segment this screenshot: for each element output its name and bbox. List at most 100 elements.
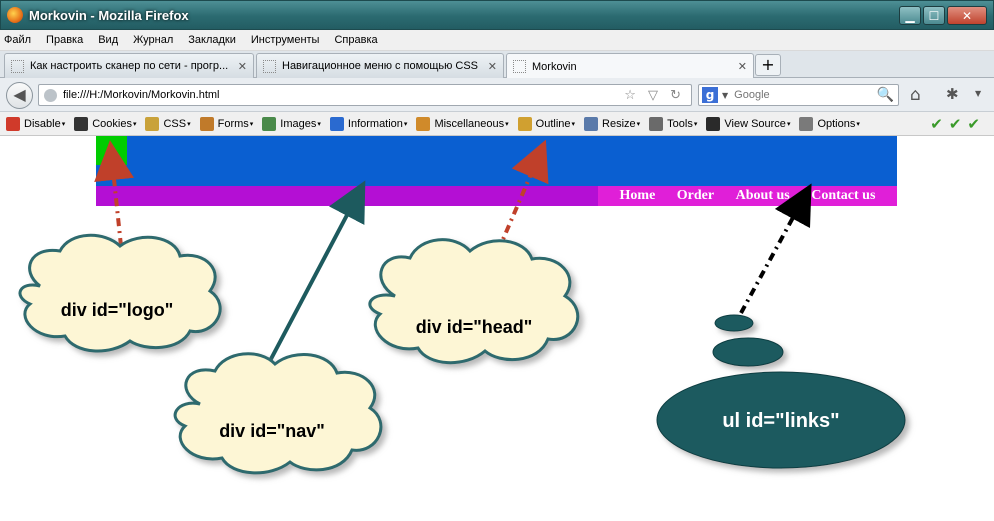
dropdown-arrow-icon: ▾ — [317, 120, 321, 128]
devtool-label: Options — [817, 117, 856, 130]
logo-callout-label: div id="logo" — [61, 300, 174, 320]
menu-tools[interactable]: Инструменты — [251, 34, 320, 46]
minimize-button[interactable]: ▁ — [899, 6, 921, 25]
devtool-label: Outline — [535, 117, 571, 130]
search-engine-dropdown-icon[interactable]: ▼ — [722, 91, 728, 100]
tab-close-icon[interactable]: ✕ — [238, 60, 247, 73]
menu-history[interactable]: Журнал — [133, 34, 173, 46]
links-arrow — [739, 183, 812, 314]
menu-bookmarks[interactable]: Закладки — [188, 34, 236, 46]
logo-callout-cloud — [18, 233, 222, 353]
page-favicon-icon — [263, 59, 276, 73]
tab-nav-menu-css[interactable]: Навигационное меню с помощью CSS ✕ — [256, 53, 504, 78]
forms-icon — [199, 116, 214, 131]
tab-close-icon[interactable]: ✕ — [738, 60, 747, 73]
devtool-disable[interactable]: Disable ▾ — [6, 116, 66, 131]
menu-edit[interactable]: Правка — [46, 34, 83, 46]
view-source-icon — [706, 116, 721, 131]
devtool-label: Information — [347, 117, 403, 130]
new-tab-button[interactable]: + — [755, 54, 781, 76]
devtool-label: Cookies — [92, 117, 132, 130]
devtool-label: Tools — [667, 117, 693, 130]
nav-callout-cloud — [173, 352, 383, 475]
search-input[interactable] — [734, 89, 877, 101]
page-favicon-icon — [11, 59, 24, 73]
devtool-miscellaneous[interactable]: Miscellaneous ▾ — [416, 116, 509, 131]
devtool-options[interactable]: Options ▾ — [799, 116, 860, 131]
window-controls: ▁ ☐ ✕ — [899, 6, 987, 25]
nav-callout-label: div id="nav" — [219, 421, 325, 441]
annotation-overlay: div id="logo" div id="head" div id="nav"… — [18, 139, 906, 475]
dropdown-arrow-icon: ▾ — [61, 120, 66, 128]
head-callout-cloud — [368, 238, 580, 365]
dropdown-arrow-icon: ▾ — [856, 120, 860, 128]
dropdown-arrow-icon: ▾ — [132, 120, 137, 128]
web-developer-toolbar: Disable ▾ Cookies ▾ CSS ▾ Forms ▾ Images ▾ Informa… — [0, 112, 994, 136]
devtool-label: Images — [280, 117, 317, 130]
images-icon — [262, 116, 277, 131]
globe-icon — [44, 88, 57, 102]
devtool-label: Miscellaneous — [434, 117, 505, 130]
navigation-bar: ◀ file:///H:/Morkovin/Morkovin.html ☆ ▽ … — [0, 78, 994, 112]
devtool-resize[interactable]: Resize ▾ — [584, 116, 641, 131]
menu-bar: Файл Правка Вид Журнал Закладки Инструме… — [0, 30, 994, 51]
disable-icon — [6, 116, 20, 131]
devtool-label: CSS — [163, 117, 187, 130]
url-text[interactable]: file:///H:/Morkovin/Morkovin.html — [63, 89, 624, 101]
google-icon[interactable]: g — [702, 87, 718, 103]
devtool-label: Resize — [602, 117, 636, 130]
tools-icon — [649, 116, 664, 131]
window-title: Morkovin - Mozilla Firefox — [29, 8, 189, 23]
devtool-css[interactable]: CSS ▾ — [145, 116, 191, 131]
firefox-logo-icon — [7, 7, 23, 23]
devtool-view-source[interactable]: View Source ▾ — [706, 116, 790, 131]
close-button[interactable]: ✕ — [947, 6, 987, 25]
search-icon[interactable]: 🔍 — [877, 87, 894, 103]
firebug-icon[interactable]: ✱ — [946, 85, 959, 103]
tab-label: Morkovin — [532, 60, 577, 73]
devtool-images[interactable]: Images ▾ — [262, 116, 321, 131]
bookmark-reload-icons[interactable]: ☆ ▽ ↻ — [624, 88, 685, 103]
dropdown-arrow-icon: ▾ — [249, 120, 254, 128]
miscellaneous-icon — [416, 116, 431, 131]
head-callout-label: div id="head" — [416, 317, 533, 337]
devtool-information[interactable]: Information ▾ — [329, 116, 408, 131]
devtool-cookies[interactable]: Cookies ▾ — [74, 116, 137, 131]
devtool-label: Disable — [24, 117, 61, 130]
links-callout-label: ul id="links" — [722, 410, 839, 432]
maximize-button[interactable]: ☐ — [923, 6, 945, 25]
devtool-label: Forms — [217, 117, 249, 130]
dropdown-arrow-icon: ▾ — [571, 120, 576, 128]
tab-close-icon[interactable]: ✕ — [488, 60, 497, 73]
resize-icon — [584, 116, 599, 131]
outline-icon — [517, 116, 532, 131]
chevron-down-icon[interactable]: ▼ — [975, 89, 981, 98]
dropdown-arrow-icon: ▾ — [505, 120, 509, 128]
tab-morkovin[interactable]: Morkovin ✕ — [506, 53, 754, 79]
dropdown-arrow-icon: ▾ — [403, 120, 408, 128]
menu-file[interactable]: Файл — [4, 34, 31, 46]
tab-bar: Как настроить сканер по сети - прогр... … — [0, 51, 994, 79]
search-bar[interactable]: g ▼ 🔍 — [698, 84, 899, 106]
menu-view[interactable]: Вид — [98, 34, 118, 46]
nav-arrow — [260, 180, 366, 377]
tab-label: Навигационное меню с помощью CSS — [282, 60, 479, 72]
dropdown-arrow-icon: ▾ — [693, 120, 698, 128]
menu-help[interactable]: Справка — [334, 34, 377, 46]
home-icon[interactable]: ⌂ — [910, 85, 921, 105]
options-icon — [799, 116, 814, 131]
dropdown-arrow-icon: ▾ — [187, 120, 191, 128]
dropdown-arrow-icon: ▾ — [636, 120, 641, 128]
title-bar: Morkovin - Mozilla Firefox ▁ ☐ ✕ — [0, 0, 994, 30]
devtool-forms[interactable]: Forms ▾ — [199, 116, 254, 131]
information-icon — [329, 116, 344, 131]
devtool-tools[interactable]: Tools ▾ — [649, 116, 698, 131]
cookies-icon — [74, 116, 89, 131]
address-bar[interactable]: file:///H:/Morkovin/Morkovin.html ☆ ▽ ↻ — [38, 84, 692, 106]
tab-scanner[interactable]: Как настроить сканер по сети - прогр... … — [4, 53, 254, 78]
page-favicon-icon — [513, 60, 526, 73]
devtool-label: View Source — [724, 117, 786, 130]
devtool-outline[interactable]: Outline ▾ — [517, 116, 576, 131]
back-button[interactable]: ◀ — [6, 82, 33, 109]
validation-checks-icon: ✔✔✔ — [930, 115, 986, 133]
